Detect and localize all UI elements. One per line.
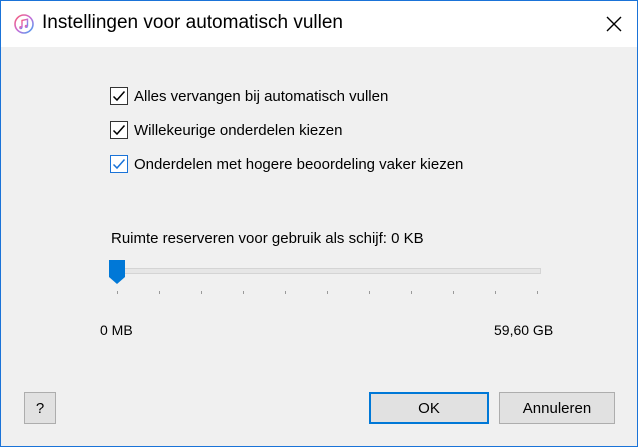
checkbox-replace-all[interactable]: [110, 87, 128, 105]
slider-tick: [411, 291, 412, 294]
reserve-slider-track[interactable]: [111, 268, 541, 274]
checkbox-random-items[interactable]: [110, 121, 128, 139]
autofill-settings-dialog: Instellingen voor automatisch vullen All…: [0, 0, 638, 447]
title-bar: Instellingen voor automatisch vullen: [1, 1, 637, 47]
option-higher-rated[interactable]: Onderdelen met hogere beoordeling vaker …: [110, 153, 463, 175]
slider-tick: [243, 291, 244, 294]
checkmark-icon: [112, 91, 126, 102]
dialog-content: Alles vervangen bij automatisch vullen W…: [1, 47, 637, 446]
help-button[interactable]: ?: [24, 392, 56, 424]
slider-tick: [327, 291, 328, 294]
slider-min-label: 0 MB: [100, 322, 133, 338]
option-label: Alles vervangen bij automatisch vullen: [134, 87, 389, 105]
close-button[interactable]: [591, 1, 637, 47]
option-random-items[interactable]: Willekeurige onderdelen kiezen: [110, 119, 342, 141]
slider-max-label: 59,60 GB: [494, 322, 554, 338]
ok-button[interactable]: OK: [369, 392, 489, 424]
reserve-space-label: Ruimte reserveren voor gebruik als schij…: [111, 230, 424, 247]
option-label: Onderdelen met hogere beoordeling vaker …: [134, 155, 464, 173]
option-label: Willekeurige onderdelen kiezen: [134, 121, 343, 139]
slider-tick: [201, 291, 202, 294]
slider-tick: [159, 291, 160, 294]
checkmark-icon: [112, 125, 126, 136]
slider-tick: [117, 291, 118, 294]
slider-tick: [537, 291, 538, 294]
slider-tick: [369, 291, 370, 294]
itunes-music-note-icon: [14, 14, 34, 34]
option-replace-all[interactable]: Alles vervangen bij automatisch vullen: [110, 85, 388, 107]
checkbox-higher-rated[interactable]: [110, 155, 128, 173]
dialog-title: Instellingen voor automatisch vullen: [42, 12, 344, 33]
checkmark-icon: [112, 159, 126, 170]
slider-tick: [453, 291, 454, 294]
cancel-button[interactable]: Annuleren: [499, 392, 615, 424]
slider-tick: [495, 291, 496, 294]
reserve-slider-thumb[interactable]: [108, 259, 126, 285]
slider-tick: [285, 291, 286, 294]
close-icon: [606, 16, 622, 32]
